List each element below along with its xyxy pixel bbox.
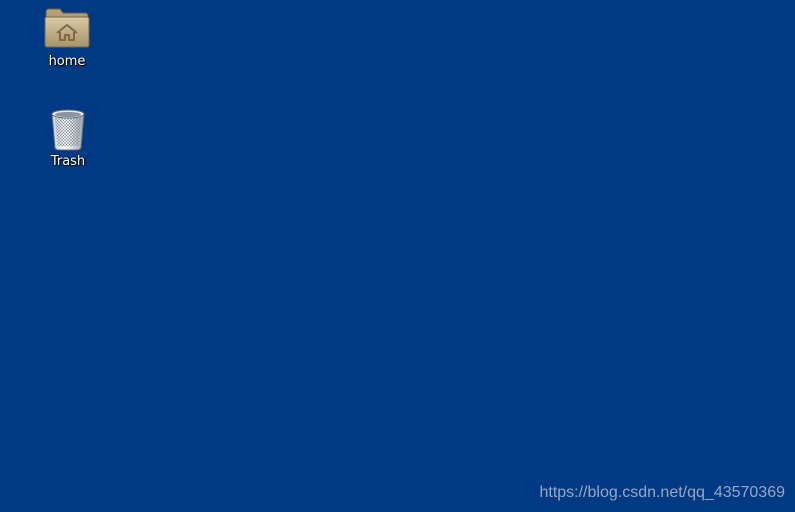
- desktop[interactable]: home Trash https://blog.csdn.net/qq_4357: [0, 0, 795, 512]
- desktop-icon-home-label: home: [48, 54, 86, 69]
- trash-can-icon: [51, 109, 85, 151]
- desktop-icon-trash[interactable]: Trash: [28, 104, 108, 170]
- watermark-text: https://blog.csdn.net/qq_43570369: [539, 484, 785, 501]
- desktop-icon-home[interactable]: home: [27, 4, 107, 70]
- home-folder-icon: [44, 8, 90, 48]
- desktop-icon-trash-label: Trash: [50, 154, 86, 169]
